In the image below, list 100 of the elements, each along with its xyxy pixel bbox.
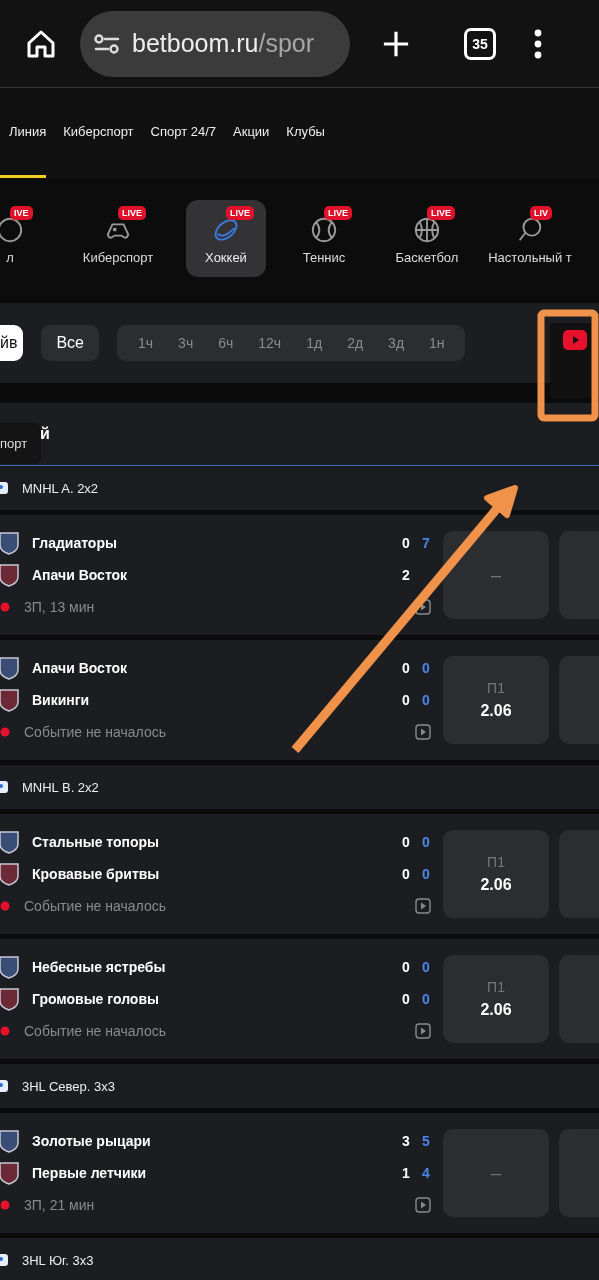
team-logo: [0, 1129, 20, 1153]
team-logo: [0, 1161, 20, 1185]
sport-label: Настольный т: [488, 249, 572, 265]
total-score: 7: [421, 535, 431, 551]
nav-tab[interactable]: Спорт 24/7: [150, 88, 217, 178]
period-button[interactable]: 3ч: [165, 335, 206, 351]
team-logo: [0, 563, 20, 587]
period-button[interactable]: 6ч: [205, 335, 246, 351]
sport-label: Баскетбол: [395, 249, 459, 265]
total-score: 0: [421, 834, 431, 850]
filter-button[interactable]: Все: [41, 325, 99, 361]
team-name: Кровавые бритвы: [32, 866, 161, 882]
team-name: Гладиаторы: [32, 535, 118, 551]
odds-button[interactable]: П1 2.06: [443, 656, 549, 744]
team-logo: [0, 688, 20, 712]
league-icon: [0, 781, 8, 793]
total-score: 5: [421, 1133, 431, 1149]
video-icon[interactable]: [562, 328, 587, 352]
total-score: 0: [421, 660, 431, 676]
nav-tab[interactable]: Акции: [233, 88, 270, 178]
period-score: 0: [401, 535, 411, 551]
total-score: 0: [421, 991, 431, 1007]
sport-tab[interactable]: IVE л: [0, 199, 50, 277]
total-score: 0: [421, 692, 431, 708]
live-dot-icon: [0, 1026, 10, 1036]
new-tab-icon[interactable]: [382, 29, 410, 58]
team-logo: [0, 987, 20, 1011]
play-icon[interactable]: [415, 724, 431, 740]
play-icon[interactable]: [415, 1023, 431, 1039]
team-logo: [0, 955, 20, 979]
play-icon[interactable]: [415, 599, 431, 615]
match-status: Событие не началось: [24, 1023, 167, 1039]
match-status: 3П, 13 мин: [24, 599, 96, 615]
league-icon: [0, 1080, 8, 1092]
period-button[interactable]: 1ч: [125, 335, 166, 351]
odds-button[interactable]: П1 2.06: [443, 955, 549, 1043]
match-status: Событие не началось: [24, 724, 167, 740]
sport-tab[interactable]: LIVE Хоккей: [186, 199, 266, 277]
period-button[interactable]: 3д: [375, 335, 417, 351]
live-dot-icon: [0, 1200, 10, 1210]
tennis-ball-icon: [310, 215, 338, 244]
period-button[interactable]: 2д: [334, 335, 376, 351]
odds-button[interactable]: П1 2.06: [443, 830, 549, 918]
live-badge: LIVE: [118, 205, 146, 220]
period-score: 0: [401, 866, 411, 882]
nav-tab[interactable]: Киберспорт: [63, 88, 134, 178]
sport-label: Киберспорт: [82, 249, 154, 265]
nav-tab[interactable]: Клубы: [286, 88, 325, 178]
sport-label: Хоккей: [205, 249, 247, 265]
period-score: 0: [401, 692, 411, 708]
match-status: 3П, 21 мин: [24, 1197, 96, 1213]
sport-tab[interactable]: LIVE Киберспорт: [68, 199, 168, 277]
live-dot-icon: [0, 901, 10, 911]
sport-tab[interactable]: LIV Настольный т: [490, 199, 570, 277]
sport-label: л: [6, 249, 14, 265]
team-name: Золотые рыцари: [32, 1133, 152, 1149]
period-button[interactable]: 1д: [293, 335, 335, 351]
filter-button[interactable]: йв: [0, 325, 24, 361]
live-badge: IVE: [10, 205, 33, 220]
team-name: Апачи Восток: [32, 567, 129, 583]
live-badge: LIV: [530, 205, 552, 220]
total-score: 0: [421, 959, 431, 975]
live-dot-icon: [0, 602, 10, 612]
total-score: 0: [421, 866, 431, 882]
league-name: MNHL B. 2x2: [22, 779, 99, 795]
team-name: Апачи Восток: [32, 660, 129, 676]
live-dot-icon: [0, 727, 10, 737]
league-name: MNHL A. 2x2: [22, 480, 99, 496]
sport-tab[interactable]: LIVE Теннис: [284, 199, 364, 277]
live-badge: LIVE: [427, 205, 455, 220]
basketball-icon: [413, 215, 441, 244]
period-score: 1: [401, 1165, 411, 1181]
total-score: 4: [421, 1165, 431, 1181]
tab-count-button[interactable]: 35: [464, 27, 496, 60]
league-icon: [0, 482, 8, 494]
team-logo: [0, 830, 20, 854]
team-name: Викинги: [32, 692, 91, 708]
period-score: 0: [401, 834, 411, 850]
play-icon[interactable]: [415, 898, 431, 914]
period-button[interactable]: 1н: [416, 335, 457, 351]
period-score: 0: [401, 660, 411, 676]
league-icon: [0, 1254, 8, 1266]
section-title: й: [40, 425, 50, 443]
team-name: Небесные ястребы: [32, 959, 167, 975]
team-logo: [0, 531, 20, 555]
menu-icon[interactable]: [534, 28, 542, 59]
team-logo: [0, 862, 20, 886]
site-settings-icon[interactable]: [94, 33, 120, 54]
league-name: 3HL Юг. 3x3: [22, 1252, 94, 1268]
period-score: 0: [401, 991, 411, 1007]
address-bar[interactable]: betboom.ru/spor: [80, 10, 350, 77]
period-score: 0: [401, 959, 411, 975]
tooltip: порт: [0, 423, 42, 464]
home-icon[interactable]: [26, 28, 56, 59]
team-name: Громовые головы: [32, 991, 160, 1007]
period-button[interactable]: 12ч: [245, 335, 294, 351]
match-status: Событие не началось: [24, 898, 167, 914]
period-score: 2: [401, 567, 411, 583]
sport-tab[interactable]: LIVE Баскетбол: [382, 199, 472, 277]
play-icon[interactable]: [415, 1197, 431, 1213]
